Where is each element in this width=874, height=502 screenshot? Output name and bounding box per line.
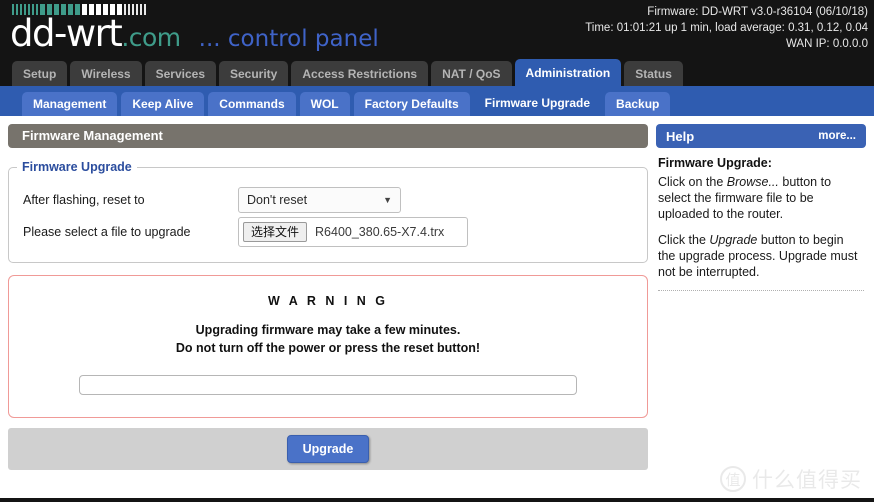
fieldset-legend: Firmware Upgrade <box>22 160 132 174</box>
bottom-strip <box>0 498 874 502</box>
choose-file-button[interactable]: 选择文件 <box>243 222 308 242</box>
page-title: Firmware Management <box>8 124 648 148</box>
upgrade-button[interactable]: Upgrade <box>286 435 370 463</box>
primary-tab-nat-qos[interactable]: NAT / QoS <box>431 61 512 86</box>
wan-ip: WAN IP: 0.0.0.0 <box>785 38 868 50</box>
primary-tab-bar: Setup Wireless Services Security Access Rest… <box>0 58 874 86</box>
watermark-text: 什么值得买 <box>752 469 862 492</box>
secondary-tab-keep-alive[interactable]: Keep Alive <box>121 92 205 116</box>
selected-file-name: R6400_380.65-X7.4.trx <box>315 225 445 239</box>
logo-brand: dd-wrt <box>10 12 123 55</box>
help-body: Firmware Upgrade: Click on the Browse...… <box>656 148 866 291</box>
help-divider <box>658 290 864 291</box>
primary-tab-status[interactable]: Status <box>624 61 683 86</box>
help-p2-part-a: Click the <box>658 233 710 247</box>
watermark-badge-icon: 值 <box>720 466 746 492</box>
help-heading: Firmware Upgrade: <box>658 156 772 170</box>
help-title: Help <box>666 128 695 144</box>
primary-tab-administration[interactable]: Administration <box>514 59 622 86</box>
reset-option-value: Don't reset <box>247 193 308 207</box>
upgrade-progress-bar <box>79 375 577 395</box>
chevron-down-icon: ▼ <box>383 195 392 205</box>
help-more-link[interactable]: more... <box>818 130 856 142</box>
help-p1-emphasis: Browse... <box>726 175 779 189</box>
logo-bar-20 <box>128 4 130 15</box>
primary-tab-services[interactable]: Services <box>144 61 216 86</box>
help-p1-part-a: Click on the <box>658 175 727 189</box>
warning-title: W A R N I N G <box>267 294 388 308</box>
dd-wrt-control-panel: dd-wrt.com ... control panel Firmware: DD… <box>0 0 874 502</box>
warning-line-2: Do not turn off the power or press the r… <box>175 341 481 355</box>
help-paragraph-1: Click on the Browse... button to select … <box>658 174 864 222</box>
help-paragraph-2: Click the Upgrade button to begin the up… <box>658 232 864 280</box>
logo-bar-23 <box>140 4 142 15</box>
action-footer: Upgrade <box>8 428 648 470</box>
site-watermark: 值 什么值得买 <box>720 464 862 494</box>
reset-option-label: After flashing, reset to <box>23 193 145 207</box>
logo-text: dd-wrt.com ... control panel <box>10 15 379 52</box>
dd-wrt-logo: dd-wrt.com ... control panel <box>10 4 379 52</box>
warning-line-1: Upgrading firmware may take a few minute… <box>195 323 461 337</box>
secondary-tab-commands[interactable]: Commands <box>208 92 296 116</box>
logo-tagline: ... control panel <box>198 26 379 52</box>
secondary-tab-bar: Management Keep Alive Commands WOL Factory D… <box>0 86 874 116</box>
secondary-tab-factory-defaults[interactable]: Factory Defaults <box>353 92 470 116</box>
firmware-version: Firmware: DD-WRT v3.0-r36104 (06/10/18) <box>647 6 868 18</box>
uptime-load: Time: 01:01:21 up 1 min, load average: 0… <box>585 22 868 34</box>
firmware-upgrade-fieldset: Firmware Upgrade After flashing, reset t… <box>8 160 648 263</box>
page-body: Firmware Management Firmware Upgrade Aft… <box>0 116 874 498</box>
help-p2-emphasis: Upgrade <box>709 233 758 247</box>
warning-box: W A R N I N G Upgrading firmware may tak… <box>8 275 648 418</box>
help-sidebar: Help more... Firmware Upgrade: Click on … <box>656 124 866 498</box>
primary-tab-security[interactable]: Security <box>219 61 289 86</box>
secondary-tab-wol[interactable]: WOL <box>299 92 350 116</box>
logo-bar-24 <box>144 4 146 15</box>
page-header: dd-wrt.com ... control panel Firmware: DD… <box>0 0 874 58</box>
secondary-tab-firmware-upgrade[interactable]: Firmware Upgrade <box>473 89 602 116</box>
primary-tab-setup[interactable]: Setup <box>12 61 68 86</box>
firmware-file-input[interactable]: 选择文件 R6400_380.65-X7.4.trx <box>238 217 468 247</box>
reset-option-select[interactable]: Don't reset ▼ <box>238 187 401 213</box>
logo-bar-19 <box>124 4 126 15</box>
secondary-tab-management[interactable]: Management <box>22 92 118 116</box>
logo-bar-21 <box>132 4 134 15</box>
reset-option-row: After flashing, reset to Don't reset ▼ <box>9 184 647 216</box>
file-select-label: Please select a file to upgrade <box>23 225 191 239</box>
main-content: Firmware Management Firmware Upgrade Aft… <box>8 124 648 498</box>
logo-domain: .com <box>121 23 181 52</box>
secondary-tab-backup[interactable]: Backup <box>605 92 671 116</box>
file-select-row: Please select a file to upgrade 选择文件 R64… <box>9 216 647 248</box>
primary-tab-access-restrictions[interactable]: Access Restrictions <box>291 61 429 86</box>
help-header: Help more... <box>656 124 866 148</box>
primary-tab-wireless[interactable]: Wireless <box>70 61 142 86</box>
logo-bar-22 <box>136 4 138 15</box>
system-info: Firmware: DD-WRT v3.0-r36104 (06/10/18) … <box>585 4 868 52</box>
